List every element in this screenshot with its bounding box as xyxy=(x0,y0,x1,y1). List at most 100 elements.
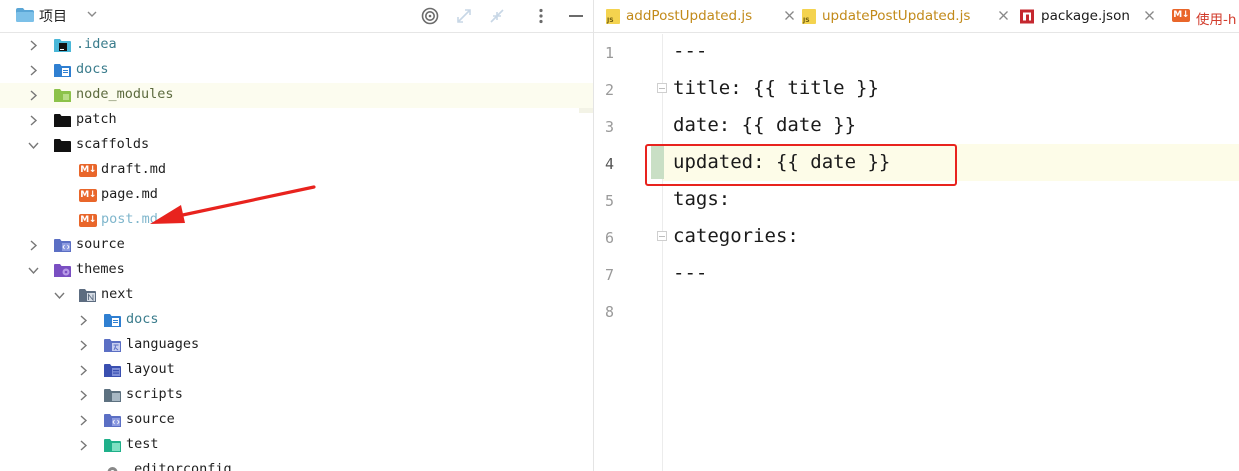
tree-item-label: themes xyxy=(76,261,125,277)
markdown-file-icon: M↓ xyxy=(79,164,97,177)
minimize-icon[interactable] xyxy=(566,6,586,26)
tree-item-label: layout xyxy=(126,361,175,377)
chevron-down-icon[interactable] xyxy=(28,140,39,151)
close-icon[interactable] xyxy=(784,10,795,21)
annotation-highlight-box xyxy=(645,144,957,186)
editor-gutter: 1 2 3 4 5 6 7 8 xyxy=(594,34,667,471)
close-icon[interactable] xyxy=(998,10,1009,21)
code-line: date: {{ date }} xyxy=(673,114,857,136)
tree-item-node-modules[interactable]: node_modules xyxy=(0,83,593,108)
idea-folder-icon xyxy=(54,39,71,52)
fold-marker[interactable] xyxy=(657,83,667,93)
docs-folder-icon xyxy=(54,64,71,77)
tree-item-label: docs xyxy=(126,311,159,327)
code-line: categories: xyxy=(673,225,799,247)
line-number: 1 xyxy=(604,44,614,62)
tree-item-next[interactable]: next xyxy=(0,283,593,308)
tree-item-editorconfig[interactable]: .editorconfig xyxy=(0,458,593,471)
tree-item-patch[interactable]: patch xyxy=(0,108,593,133)
chevron-right-icon[interactable] xyxy=(78,365,89,376)
tree-item-label: scaffolds xyxy=(76,136,150,152)
tree-item-scaffolds[interactable]: scaffolds xyxy=(0,133,593,158)
tree-item-label: test xyxy=(126,436,159,452)
tree-item-draft-md[interactable]: M↓ draft.md xyxy=(0,158,593,183)
tab-markdown-file[interactable]: M↓ 使用-h xyxy=(1172,0,1239,32)
collapse-all-icon[interactable] xyxy=(487,6,507,26)
code-line: tags: xyxy=(673,188,731,210)
tab-label: package.json xyxy=(1041,8,1130,24)
tree-item-languages[interactable]: languages xyxy=(0,333,593,358)
source-folder-icon xyxy=(54,239,71,252)
tree-item-label: next xyxy=(101,286,134,302)
chevron-right-icon[interactable] xyxy=(28,65,39,76)
tree-item-label: page.md xyxy=(101,186,158,202)
tree-item-label: node_modules xyxy=(76,86,174,102)
tab-package-json[interactable]: package.json xyxy=(1020,0,1172,32)
chevron-right-icon[interactable] xyxy=(78,315,89,326)
line-number: 2 xyxy=(604,81,614,99)
project-panel-title[interactable]: 项目 xyxy=(39,6,67,26)
tree-item-page-md[interactable]: M↓ page.md xyxy=(0,183,593,208)
tree-item-label: .idea xyxy=(76,36,117,52)
tab-add-post-updated[interactable]: JS addPostUpdated.js xyxy=(606,0,804,32)
next-folder-icon xyxy=(79,289,96,302)
line-number: 4 xyxy=(604,155,614,173)
js-file-icon: JS xyxy=(802,9,816,24)
chevron-right-icon[interactable] xyxy=(78,390,89,401)
line-number: 5 xyxy=(604,192,614,210)
tree-item-post-md[interactable]: M↓ post.md xyxy=(0,208,593,233)
tree-item-source[interactable]: source xyxy=(0,233,593,258)
tree-item-docs[interactable]: docs xyxy=(0,58,593,83)
tree-item-test[interactable]: test xyxy=(0,433,593,458)
editorconfig-file-icon xyxy=(107,467,118,471)
docs-folder-icon xyxy=(104,314,121,327)
tree-item-label: source xyxy=(126,411,175,427)
chevron-right-icon[interactable] xyxy=(78,415,89,426)
chevron-down-icon[interactable] xyxy=(54,290,65,301)
tree-item-source[interactable]: source xyxy=(0,408,593,433)
tree-item-themes[interactable]: themes xyxy=(0,258,593,283)
chevron-right-icon[interactable] xyxy=(28,115,39,126)
line-number: 7 xyxy=(604,266,614,284)
chevron-right-icon[interactable] xyxy=(78,340,89,351)
tree-item-label: source xyxy=(76,236,125,252)
tree-item-layout[interactable]: layout xyxy=(0,358,593,383)
themes-folder-icon xyxy=(54,264,71,277)
line-number: 8 xyxy=(604,303,614,321)
project-panel-header: 项目 xyxy=(0,0,593,33)
node-modules-folder-icon xyxy=(54,89,71,102)
chevron-right-icon[interactable] xyxy=(28,240,39,251)
chevron-right-icon[interactable] xyxy=(78,440,89,451)
tree-item-idea[interactable]: .idea xyxy=(0,33,593,58)
markdown-file-icon: M↓ xyxy=(1172,9,1190,22)
scripts-folder-icon xyxy=(104,389,121,402)
npm-icon xyxy=(1020,9,1034,24)
tab-label: addPostUpdated.js xyxy=(626,8,753,24)
tree-item-label: scripts xyxy=(126,386,183,402)
tree-item-label: languages xyxy=(126,336,200,352)
chevron-right-icon[interactable] xyxy=(28,90,39,101)
layout-folder-icon xyxy=(104,364,121,377)
languages-folder-icon xyxy=(104,339,121,352)
markdown-file-icon: M↓ xyxy=(79,189,97,202)
fold-marker[interactable] xyxy=(657,231,667,241)
tree-item-label: patch xyxy=(76,111,117,127)
expand-all-icon[interactable] xyxy=(454,6,474,26)
chevron-right-icon[interactable] xyxy=(28,40,39,51)
tab-label: updatePostUpdated.js xyxy=(822,8,971,24)
tree-item-scripts[interactable]: scripts xyxy=(0,383,593,408)
folder-icon xyxy=(54,114,71,127)
target-icon[interactable] xyxy=(420,6,440,26)
project-folder-icon xyxy=(16,8,34,22)
tree-item-docs[interactable]: docs xyxy=(0,308,593,333)
chevron-down-icon[interactable] xyxy=(86,8,98,20)
more-options-icon[interactable] xyxy=(531,6,551,26)
close-icon[interactable] xyxy=(1144,10,1155,21)
tab-update-post-updated[interactable]: JS updatePostUpdated.js xyxy=(802,0,1014,32)
chevron-down-icon[interactable] xyxy=(28,265,39,276)
folder-icon xyxy=(54,139,71,152)
line-number: 6 xyxy=(604,229,614,247)
code-line: title: {{ title }} xyxy=(673,77,879,99)
code-line: --- xyxy=(673,262,708,284)
markdown-file-icon: M↓ xyxy=(79,214,97,227)
